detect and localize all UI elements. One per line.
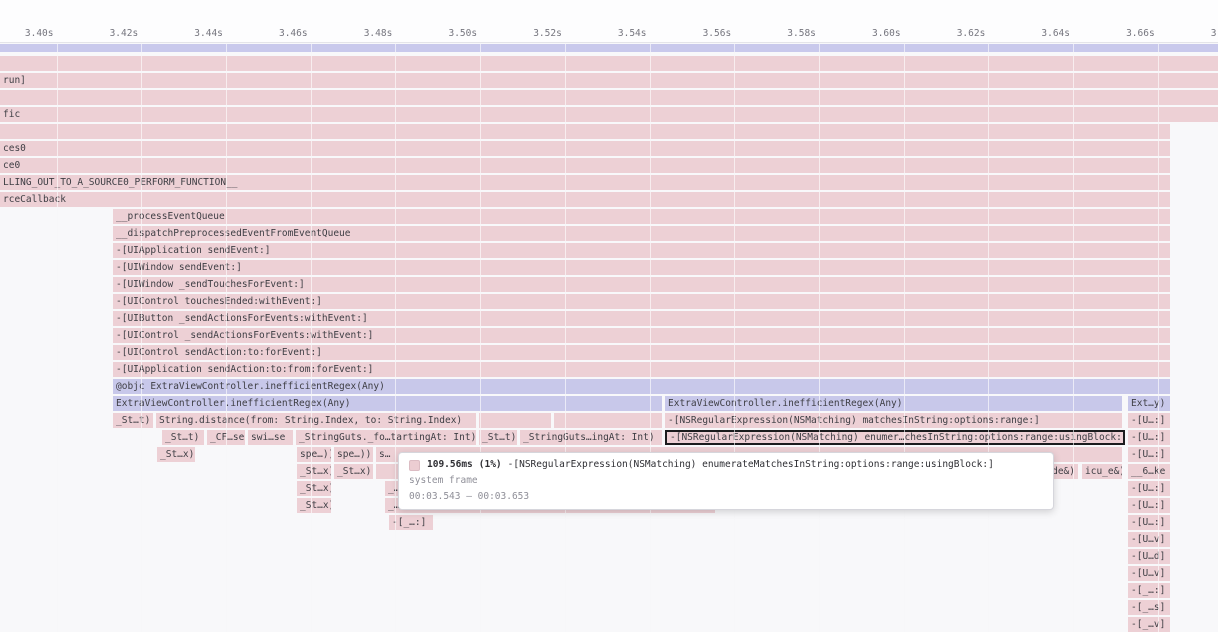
flame-segment[interactable]: __dispatchPreprocessedEventFromEventQueu… xyxy=(113,226,1170,241)
flame-segment[interactable] xyxy=(0,56,1218,71)
profiler-flame-chart: 3.40s 3.42s 3.44s 3.46s 3.48s 3.50s 3.52s 3.54s… xyxy=(0,0,1218,632)
gridline-overlay xyxy=(480,43,481,632)
tooltip-percent: (1%) xyxy=(479,459,502,471)
flame-segment[interactable]: -[_…v] xyxy=(1128,617,1170,632)
flame-segment[interactable]: _StringGuts._fo…tartingAt: Int) xyxy=(296,430,476,445)
flame-segment[interactable]: spe…)) xyxy=(334,447,373,462)
flame-segment[interactable] xyxy=(554,413,662,428)
ruler-tick-label: 3.46s xyxy=(246,28,308,40)
gridline-overlay xyxy=(650,43,651,632)
tooltip-symbol: -[NSRegularExpression(NSMatching) enumer… xyxy=(508,459,994,471)
frame-tooltip: 109.56ms (1%) -[NSRegularExpression(NSMa… xyxy=(398,452,1054,510)
flame-segment[interactable]: -[U…:] xyxy=(1128,515,1170,530)
gridline-overlay xyxy=(734,43,735,632)
flame-segment[interactable]: _St…t) xyxy=(162,430,204,445)
ruler-tick-label: 3.42s xyxy=(76,28,138,40)
flame-segment[interactable]: -[UIControl sendAction:to:forEvent:] xyxy=(113,345,1170,360)
flame-segment[interactable]: -[UIApplication sendEvent:] xyxy=(113,243,1170,258)
flame-segment[interactable] xyxy=(0,124,1170,139)
gridline-overlay xyxy=(1073,43,1074,632)
flame-segment[interactable]: ces0 xyxy=(0,141,1170,156)
gridline-overlay xyxy=(57,43,58,632)
gridline-overlay xyxy=(395,43,396,632)
flame-segment[interactable]: Ext…y) xyxy=(1128,396,1170,411)
flame-segment[interactable]: -[UIApplication sendAction:to:from:forEv… xyxy=(113,362,1170,377)
ruler-tick-label: 3.66s xyxy=(1093,28,1155,40)
flame-segment[interactable]: ce0 xyxy=(0,158,1170,173)
flame-segment[interactable]: -[U…v] xyxy=(1128,532,1170,547)
flame-segment[interactable]: icu_e&) xyxy=(1082,464,1122,479)
flame-segment[interactable]: -[U…:] xyxy=(1128,430,1170,445)
gridline-overlay xyxy=(565,43,566,632)
flame-segment[interactable]: String.distance(from: String.Index, to: … xyxy=(156,413,476,428)
flame-segment[interactable] xyxy=(0,90,1218,105)
flame-segment[interactable] xyxy=(479,413,551,428)
ruler-tick-label: 3.44s xyxy=(161,28,223,40)
gridline-overlay xyxy=(1158,43,1159,632)
flame-segment[interactable]: run] xyxy=(0,73,1218,88)
flame-segment[interactable]: _St…x) xyxy=(297,498,331,513)
flame-segment[interactable]: _St…t) xyxy=(479,430,517,445)
flame-segment[interactable]: rceCallback xyxy=(0,192,1170,207)
flame-chart-area[interactable]: run] fic ces0 ce0 LLING_OUT_TO_A_SOURCE0_PER… xyxy=(0,43,1218,632)
flame-segment[interactable]: -[U…:] xyxy=(1128,413,1170,428)
gridline-overlay xyxy=(226,43,227,632)
flame-segment[interactable]: -[_…:] xyxy=(1128,583,1170,598)
flame-segment[interactable]: _St…x) xyxy=(334,464,373,479)
flame-segment[interactable]: -[UIControl _sendActionsForEvents:withEv… xyxy=(113,328,1170,343)
ruler-tick-label: 3.56s xyxy=(669,28,731,40)
ruler-tick-label: 3.54s xyxy=(585,28,647,40)
flame-segment[interactable]: _St…x) xyxy=(157,447,195,462)
category-swatch-icon xyxy=(409,460,420,471)
flame-segment[interactable]: @objc ExtraViewController.inefficientReg… xyxy=(113,379,1170,394)
tooltip-frame-type: system frame xyxy=(409,475,1043,487)
ruler-tick-label: 3.58s xyxy=(754,28,816,40)
flame-segment[interactable]: -[U…:] xyxy=(1128,447,1170,462)
flame-segment[interactable]: -[U…:] xyxy=(1128,481,1170,496)
flame-segment[interactable]: LLING_OUT_TO_A_SOURCE0_PERFORM_FUNCTION_… xyxy=(0,175,1170,190)
flame-segment[interactable]: spe…)) xyxy=(297,447,331,462)
flame-segment[interactable]: -[U…v] xyxy=(1128,566,1170,581)
ruler-tick-label: 3.50s xyxy=(415,28,477,40)
ruler-tick-label: 3.68s xyxy=(1177,28,1218,40)
flame-segment[interactable]: -[U…:] xyxy=(1128,498,1170,513)
ruler-tick-label: 3.60s xyxy=(839,28,901,40)
flame-segment[interactable]: _St…x) xyxy=(297,464,331,479)
tooltip-title: 109.56ms (1%) -[NSRegularExpression(NSMa… xyxy=(409,459,1043,471)
gridline-overlay xyxy=(819,43,820,632)
time-ruler[interactable]: 3.40s 3.42s 3.44s 3.46s 3.48s 3.50s 3.52s 3.54s… xyxy=(0,0,1218,43)
flame-segment[interactable]: _StringGuts…ingAt: Int) xyxy=(520,430,662,445)
gridline-overlay xyxy=(988,43,989,632)
flame-segment[interactable]: -[UIControl touchesEnded:withEvent:] xyxy=(113,294,1170,309)
flame-segment[interactable]: -[U…d] xyxy=(1128,549,1170,564)
ruler-tick-label: 3.40s xyxy=(0,28,54,40)
flame-segment[interactable]: -[_…s] xyxy=(1128,600,1170,615)
ruler-tick-label: 3.52s xyxy=(500,28,562,40)
gridline-overlay xyxy=(904,43,905,632)
flame-segment[interactable]: __6…ke xyxy=(1128,464,1170,479)
ruler-tick-label: 3.64s xyxy=(1008,28,1070,40)
flame-segment[interactable]: -[UIWindow _sendTouchesForEvent:] xyxy=(113,277,1170,292)
thread-activity-strip[interactable] xyxy=(0,44,1218,52)
gridline-overlay xyxy=(311,43,312,632)
gridline-overlay xyxy=(141,43,142,632)
flame-segment[interactable]: ExtraViewController.inefficientRegex(Any… xyxy=(113,396,662,411)
flame-segment[interactable]: _St…x) xyxy=(297,481,331,496)
tooltip-time-range: 00:03.543 — 00:03.653 xyxy=(409,491,1043,503)
flame-segment[interactable]: -[UIButton _sendActionsForEvents:withEve… xyxy=(113,311,1170,326)
flame-segment[interactable]: __processEventQueue xyxy=(113,209,1170,224)
flame-segment[interactable]: -[UIWindow sendEvent:] xyxy=(113,260,1170,275)
flame-segment[interactable]: swi…se xyxy=(248,430,293,445)
ruler-tick-label: 3.62s xyxy=(923,28,985,40)
tooltip-duration: 109.56ms xyxy=(427,459,473,471)
ruler-tick-label: 3.48s xyxy=(330,28,392,40)
flame-segment[interactable]: fic xyxy=(0,107,1218,122)
flame-segment[interactable]: _St…t) xyxy=(113,413,153,428)
